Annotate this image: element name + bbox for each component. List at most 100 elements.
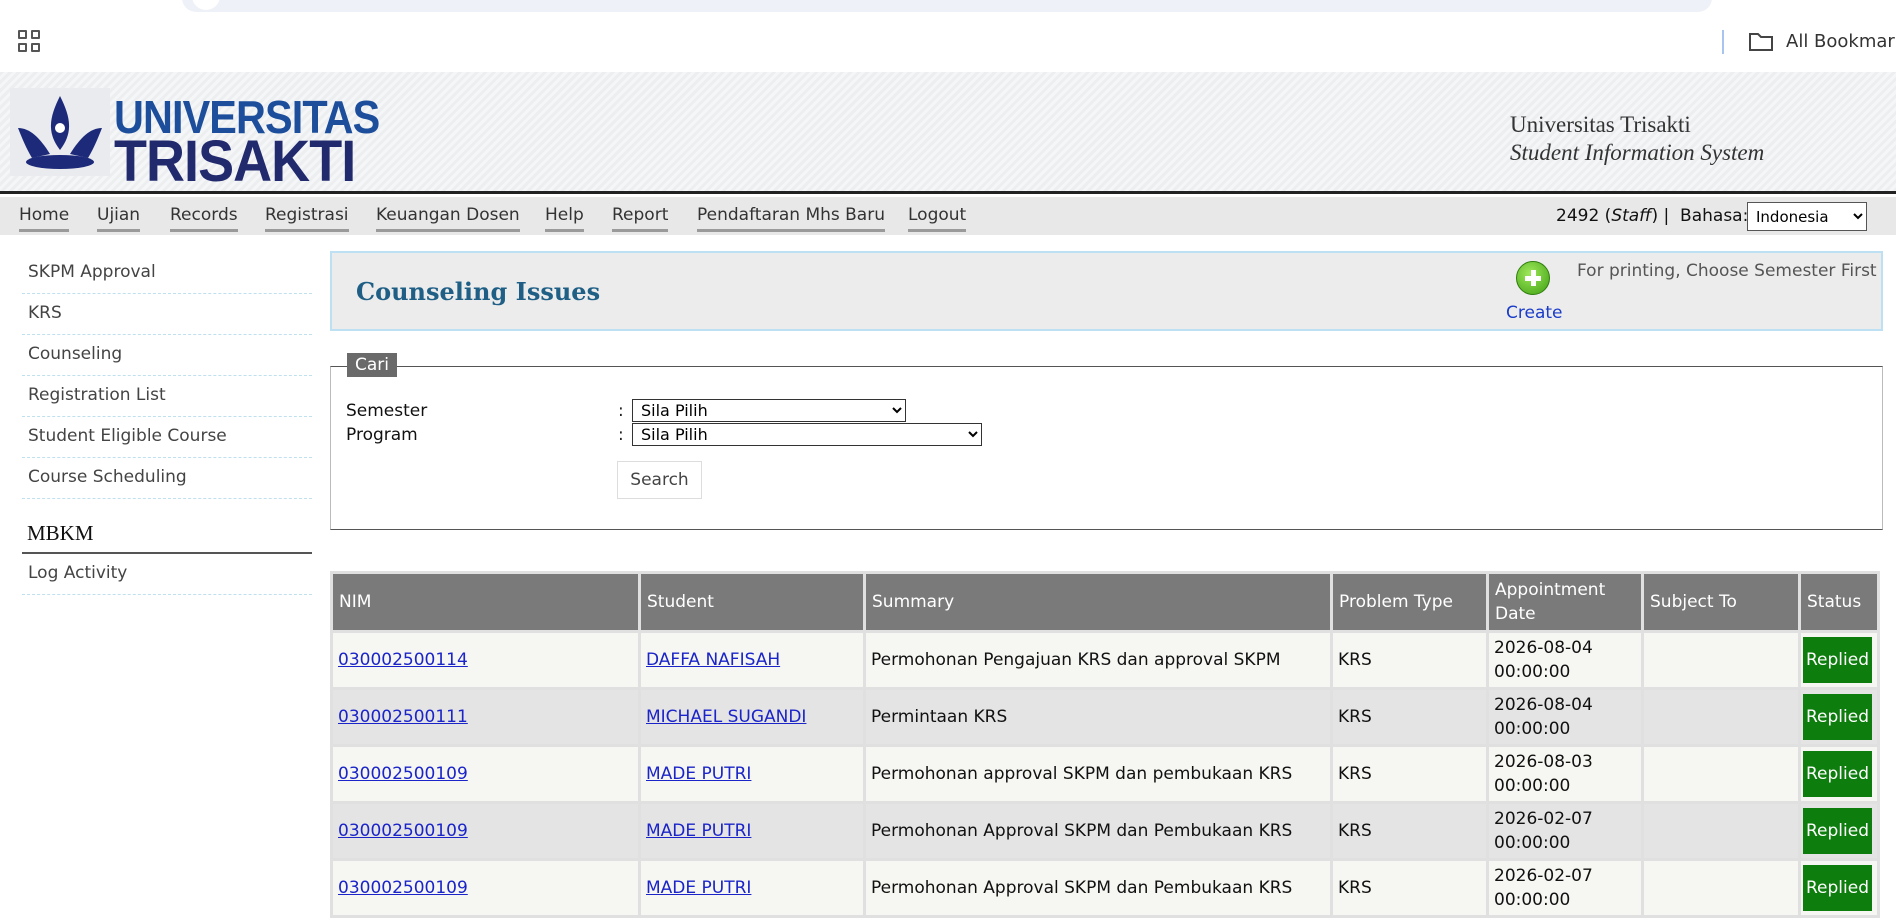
student-link[interactable]: DAFFA NAFISAH (646, 650, 780, 670)
logo-text-trisakti: TRISAKTI (114, 129, 356, 194)
site-name: Universitas Trisakti (1510, 112, 1691, 137)
create-label[interactable]: Create (1506, 303, 1563, 323)
col-header-student[interactable]: Student (641, 574, 863, 630)
sidebar: SKPM Approval KRS Counseling Registratio… (22, 253, 312, 595)
trisakti-emblem-icon (10, 88, 110, 176)
program-colon: : (618, 425, 624, 445)
apps-grid-icon[interactable] (18, 30, 42, 54)
sidebar-item-counseling[interactable]: Counseling (22, 335, 312, 376)
semester-select[interactable]: Sila Pilih (632, 399, 906, 422)
nav-help[interactable]: Help (545, 205, 584, 232)
appointment-time: 00:00:00 (1494, 719, 1571, 739)
sidebar-item-skpm-approval[interactable]: SKPM Approval (22, 253, 312, 294)
cell-nim: 030002500109 (333, 861, 638, 915)
page-title: Counseling Issues (356, 277, 601, 306)
status-badge: Replied (1803, 637, 1872, 683)
table-row[interactable]: 030002500109 MADE PUTRI Permohonan Appro… (333, 861, 1877, 915)
nav-report[interactable]: Report (612, 205, 669, 232)
address-bar[interactable] (182, 0, 1712, 12)
cell-student: MADE PUTRI (641, 861, 863, 915)
cell-subject-to (1644, 747, 1798, 801)
main-nav: Home Ujian Records Registrasi Keuangan D… (0, 197, 1896, 235)
table-row[interactable]: 030002500114 DAFFA NAFISAH Permohonan Pe… (333, 633, 1877, 687)
create-button[interactable]: Create (1502, 259, 1568, 325)
appointment-time: 00:00:00 (1494, 833, 1571, 853)
col-header-appointment-date[interactable]: Appointment Date (1489, 574, 1641, 630)
appointment-date: 2026-02-07 (1494, 866, 1593, 886)
table-row[interactable]: 030002500109 MADE PUTRI Permohonan Appro… (333, 804, 1877, 858)
cell-summary: Permohonan Approval SKPM dan Pembukaan K… (866, 861, 1330, 915)
cell-subject-to (1644, 804, 1798, 858)
program-select[interactable]: Sila Pilih (632, 423, 982, 446)
status-badge: Replied (1803, 808, 1872, 854)
student-link[interactable]: MADE PUTRI (646, 764, 751, 784)
col-header-problem-type[interactable]: Problem Type (1333, 574, 1486, 630)
site-subtitle: Student Information System (1510, 140, 1765, 165)
print-note: For printing, Choose Semester First (1577, 261, 1877, 281)
nav-ujian[interactable]: Ujian (97, 205, 141, 232)
add-circle-icon (1516, 261, 1550, 295)
language-label: Bahasa: (1680, 206, 1749, 226)
col-header-subject-to[interactable]: Subject To (1644, 574, 1798, 630)
search-fieldset: Cari Semester : Sila Pilih Program : Sil… (330, 353, 1883, 530)
nim-link[interactable]: 030002500111 (338, 707, 468, 727)
cell-student: MICHAEL SUGANDI (641, 690, 863, 744)
nim-link[interactable]: 030002500109 (338, 764, 468, 784)
status-badge: Replied (1803, 694, 1872, 740)
cell-subject-to (1644, 690, 1798, 744)
sidebar-item-log-activity[interactable]: Log Activity (22, 554, 312, 595)
cell-summary: Permohonan Pengajuan KRS dan approval SK… (866, 633, 1330, 687)
sidebar-item-course-scheduling[interactable]: Course Scheduling (22, 458, 312, 499)
nav-home[interactable]: Home (19, 205, 70, 232)
nav-keuangan-dosen[interactable]: Keuangan Dosen (376, 205, 520, 232)
cell-subject-to (1644, 633, 1798, 687)
appointment-date: 2026-08-03 (1494, 752, 1593, 772)
cell-appointment-date: 2026-02-07 00:00:00 (1489, 804, 1641, 858)
nim-link[interactable]: 030002500109 (338, 878, 468, 898)
appointment-time: 00:00:00 (1494, 662, 1571, 682)
cell-appointment-date: 2026-08-04 00:00:00 (1489, 690, 1641, 744)
cell-summary: Permohonan approval SKPM dan pembukaan K… (866, 747, 1330, 801)
search-button[interactable]: Search (617, 461, 702, 499)
folder-icon (1749, 33, 1773, 51)
student-link[interactable]: MICHAEL SUGANDI (646, 707, 806, 727)
student-link[interactable]: MADE PUTRI (646, 878, 751, 898)
cell-status: Replied (1801, 690, 1877, 744)
semester-colon: : (618, 401, 624, 421)
cell-student: MADE PUTRI (641, 747, 863, 801)
cell-problem-type: KRS (1333, 690, 1486, 744)
user-role: Staff (1611, 206, 1652, 226)
bookmark-separator (1722, 30, 1724, 54)
nim-link[interactable]: 030002500109 (338, 821, 468, 841)
nav-pendaftaran-mhs-baru[interactable]: Pendaftaran Mhs Baru (697, 205, 885, 232)
appointment-time: 00:00:00 (1494, 890, 1571, 910)
browser-bookmark-bar: All Bookmarks (0, 0, 1896, 72)
university-logo[interactable]: UNIVERSITAS TRISAKTI (10, 88, 380, 194)
semester-label: Semester (346, 401, 428, 421)
all-bookmarks-link[interactable]: All Bookmarks (1786, 31, 1896, 52)
nim-link[interactable]: 030002500114 (338, 650, 468, 670)
col-header-status[interactable]: Status (1801, 574, 1877, 630)
col-header-nim[interactable]: NIM (333, 574, 638, 630)
nav-logout[interactable]: Logout (908, 205, 967, 232)
nav-registrasi[interactable]: Registrasi (265, 205, 349, 232)
table-header-row: NIM Student Summary Problem Type Appoint… (333, 574, 1877, 630)
nav-records[interactable]: Records (170, 205, 238, 232)
student-link[interactable]: MADE PUTRI (646, 821, 751, 841)
cell-status: Replied (1801, 861, 1877, 915)
cell-subject-to (1644, 861, 1798, 915)
col-header-summary[interactable]: Summary (866, 574, 1330, 630)
sidebar-item-student-eligible-course[interactable]: Student Eligible Course (22, 417, 312, 458)
sidebar-item-registration-list[interactable]: Registration List (22, 376, 312, 417)
cell-nim: 030002500114 (333, 633, 638, 687)
cell-nim: 030002500111 (333, 690, 638, 744)
language-select[interactable]: Indonesia (1747, 202, 1867, 231)
user-info: 2492 (Staff) | Bahasa: (1556, 206, 1749, 226)
table-row[interactable]: 030002500109 MADE PUTRI Permohonan appro… (333, 747, 1877, 801)
cell-appointment-date: 2026-08-03 00:00:00 (1489, 747, 1641, 801)
sidebar-section-mbkm: MBKM (22, 521, 312, 554)
table-row[interactable]: 030002500111 MICHAEL SUGANDI Permintaan … (333, 690, 1877, 744)
search-legend: Cari (347, 353, 397, 377)
sidebar-item-krs[interactable]: KRS (22, 294, 312, 335)
cell-status: Replied (1801, 804, 1877, 858)
